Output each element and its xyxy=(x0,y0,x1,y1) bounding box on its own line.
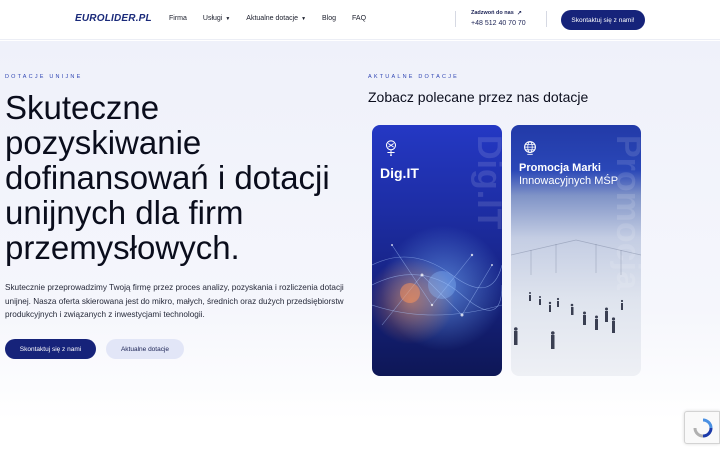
nav-item-blog[interactable]: Blog xyxy=(322,15,336,22)
grant-card-digit[interactable]: Dig.IT Dig.IT xyxy=(372,125,502,376)
main-nav: Firma Usługi ▼ Aktualne dotacje ▼ Blog F… xyxy=(169,15,382,22)
call-label: Zadzwoń do nas ↗ xyxy=(471,10,526,17)
recaptcha-badge[interactable] xyxy=(684,411,720,444)
card-title: Promocja Marki Innowacyjnych MŚP xyxy=(519,162,639,188)
chevron-down-icon: ▼ xyxy=(225,15,231,22)
arrow-up-right-icon: ↗ xyxy=(516,11,522,17)
nav-item-label: Blog xyxy=(322,15,337,22)
card-title-main: Promocja Marki xyxy=(519,162,601,174)
card-title: Dig.IT xyxy=(380,165,419,181)
grant-card-promocja-marki[interactable]: Promocja Promocja Marki Innowacyjnych MŚ… xyxy=(511,125,641,376)
network-visual xyxy=(372,244,502,326)
nav-item-firma[interactable]: Firma xyxy=(169,15,187,22)
nav-item-label: Aktualne dotacje xyxy=(246,15,299,22)
nav-item-label: FAQ xyxy=(352,15,367,22)
hero-title: Skuteczne pozyskiwanie dofinansowań i do… xyxy=(5,89,330,266)
nav-item-aktualne-dotacje[interactable]: Aktualne dotacje ▼ xyxy=(246,15,306,22)
header-divider xyxy=(546,11,547,27)
hero-description: Skutecznie przeprowadzimy Twoją firmę pr… xyxy=(5,283,344,319)
contact-button[interactable]: Skontaktuj się z nami xyxy=(5,339,96,359)
header-divider xyxy=(455,11,456,27)
airport-visual xyxy=(511,239,641,349)
hero-eyebrow: DOTACJE UNIJNE xyxy=(5,74,83,80)
card-subtitle: Innowacyjnych MŚP xyxy=(519,175,619,187)
current-grants-button[interactable]: Aktualne dotacje xyxy=(106,339,184,359)
digital-brain-icon xyxy=(385,140,397,157)
nav-item-label: Usługi xyxy=(202,15,223,22)
nav-item-faq[interactable]: FAQ xyxy=(352,15,366,22)
nav-item-uslugi[interactable]: Usługi ▼ xyxy=(203,15,230,22)
chevron-down-icon: ▼ xyxy=(301,15,307,22)
nav-item-label: Firma xyxy=(169,15,187,22)
globe-icon xyxy=(524,141,536,155)
call-us-link[interactable]: Zadzwoń do nas ↗ +48 512 40 70 70 xyxy=(471,10,526,27)
featured-title: Zobacz polecane przez nas dotacje xyxy=(368,89,589,105)
header-contact-button[interactable]: Skontaktuj się z nami! xyxy=(561,10,645,30)
call-label-text: Zadzwoń do nas xyxy=(471,10,514,16)
phone-number[interactable]: +48 512 40 70 70 xyxy=(471,20,526,27)
site-header: EUROLIDER.PL Firma Usługi ▼ Aktualne dot… xyxy=(0,0,720,40)
recaptcha-icon xyxy=(693,418,713,438)
logo[interactable]: EUROLIDER.PL xyxy=(75,13,152,24)
featured-eyebrow: AKTUALNE DOTACJE xyxy=(368,74,460,80)
